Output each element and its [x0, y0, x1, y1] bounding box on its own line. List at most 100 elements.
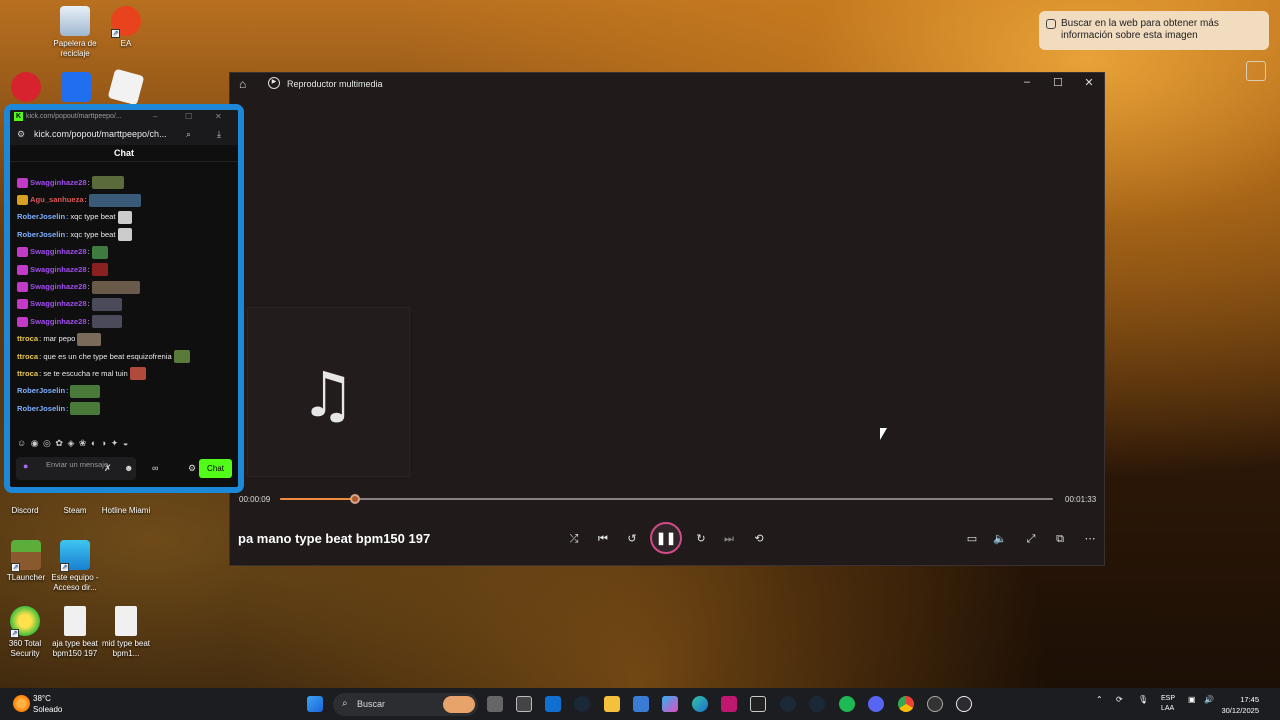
desktop-icon-label: mid type beat bpm1... — [101, 639, 151, 658]
address-bar[interactable]: ⚙ kick.com/popout/marttpeepo/ch... ⌕ ⤓ — [10, 124, 238, 145]
zed-icon[interactable] — [516, 696, 532, 712]
home-icon[interactable]: ⌂ — [239, 77, 246, 91]
cast-icon[interactable]: ⧉ — [1051, 530, 1069, 548]
chat-emote-image — [88, 193, 141, 207]
chat-input-placeholder: Enviar un mensaje — [46, 460, 109, 469]
network-sync-icon[interactable]: ⟳ — [1116, 695, 1123, 704]
show-hidden-icons-chevron-icon[interactable]: ⌃ — [1096, 695, 1103, 704]
miniplayer-icon[interactable]: ▭ — [963, 530, 981, 548]
maximize-button[interactable]: ☐ — [1050, 76, 1066, 89]
mic-tray-icon[interactable]: 🎙 — [1138, 695, 1148, 704]
chat-username[interactable]: ttroca — [17, 333, 38, 345]
chat-username[interactable]: ttroca — [17, 368, 38, 380]
chat-message-text: : — [87, 316, 90, 326]
minimize-button[interactable]: – — [1019, 76, 1035, 88]
display-icon[interactable]: ▣ — [1188, 695, 1196, 704]
copilot-icon[interactable] — [662, 696, 678, 712]
screen-capture-icon[interactable] — [1246, 61, 1266, 81]
taskbar-search[interactable]: ⌕ Buscar — [333, 693, 478, 716]
weather-widget[interactable]: 38°C Soleado — [13, 693, 62, 715]
mouse-cursor — [880, 428, 887, 440]
chat-message-text: : xqc type beat — [66, 212, 116, 222]
visual-search-toast[interactable]: Buscar en la web para obtener más inform… — [1039, 11, 1269, 50]
epic-games-icon[interactable] — [750, 696, 766, 712]
store-icon[interactable] — [633, 696, 649, 712]
chat-message-input[interactable]: ● Enviar un mensaje — [16, 457, 136, 480]
desktop-icon-audio-file-2[interactable]: mid type beat bpm1... — [96, 606, 156, 659]
chat-message-text: : — [87, 299, 90, 309]
chat-username[interactable]: Swagginhaze28 — [30, 281, 87, 293]
app-magenta-icon[interactable] — [721, 696, 737, 712]
speaker-icon[interactable]: 🔊 — [1204, 695, 1214, 704]
chat-username[interactable]: RoberJoselin — [17, 211, 65, 223]
chat-username[interactable]: RoberJoselin — [17, 385, 65, 397]
emoji-icon[interactable]: ☻ — [124, 463, 133, 473]
repeat-off-icon[interactable]: ⟲ — [750, 530, 768, 548]
chat-maximize-button[interactable]: ☐ — [185, 112, 192, 121]
ea-icon: ↗ — [111, 6, 141, 38]
chat-username[interactable]: Agu_sanhueza — [30, 194, 84, 206]
chat-settings-icon[interactable]: ⚙ — [188, 463, 196, 474]
steam-taskbar-icon-3[interactable] — [809, 696, 825, 712]
previous-track-icon[interactable]: ⏮ — [594, 530, 612, 548]
chat-username[interactable]: Swagginhaze28 — [30, 177, 87, 189]
chrome-icon[interactable] — [898, 696, 914, 712]
steam-taskbar-icon[interactable] — [574, 696, 590, 712]
chat-username[interactable]: Swagginhaze28 — [30, 298, 87, 310]
chat-message-text: : mar pepo — [39, 334, 76, 344]
chat-username[interactable]: Swagginhaze28 — [30, 264, 87, 276]
sun-icon — [13, 695, 30, 712]
desktop-icon-this-pc[interactable]: ↗ Este equipo - Acceso dir... — [45, 540, 105, 593]
steam-taskbar-icon-2[interactable] — [780, 696, 796, 712]
emote-bar[interactable]: ☺ ◉ ◎ ✿ ◈ ❀ ◐ ◑ ✦ ◒ — [17, 438, 129, 449]
task-view-icon[interactable] — [487, 696, 503, 712]
forward-30-icon[interactable]: ↻ — [692, 530, 710, 548]
desktop-icon-ea[interactable]: ↗ EA — [96, 6, 156, 49]
close-button[interactable]: ✕ — [1081, 76, 1097, 89]
outlook-icon[interactable] — [545, 696, 561, 712]
start-button-icon[interactable] — [307, 696, 323, 712]
language-indicator[interactable]: ESP LAA — [1161, 694, 1175, 714]
next-track-icon[interactable]: ⏭ — [720, 530, 738, 548]
chat-close-button[interactable]: ✕ — [215, 112, 222, 121]
obs-icon[interactable] — [927, 696, 943, 712]
spotify-icon[interactable] — [839, 696, 855, 712]
pause-button[interactable]: ❚❚ — [650, 522, 682, 554]
time-total: 00:01:33 — [1065, 495, 1097, 504]
chat-username[interactable]: RoberJoselin — [17, 403, 65, 415]
microphone-icon[interactable]: ● — [23, 462, 35, 474]
points-icon[interactable]: ∞ — [152, 463, 158, 473]
chat-emote-image — [91, 280, 140, 294]
site-settings-icon[interactable]: ⚙ — [17, 129, 25, 140]
chat-minimize-button[interactable]: – — [153, 112, 157, 121]
search-icon[interactable]: ⌕ — [186, 129, 191, 140]
user-badge-icon — [17, 264, 28, 275]
emote-icon[interactable]: ☺ ◉ ◎ ✿ ◈ ❀ ◐ ◑ ✦ ◒ — [17, 438, 129, 448]
chat-message: ttroca: mar pepo — [17, 331, 237, 348]
kick-emote-icon[interactable]: ✗ — [104, 463, 112, 474]
user-badge-icon — [17, 247, 28, 258]
chat-header: Chat — [10, 145, 238, 162]
seek-bar[interactable] — [280, 494, 1053, 504]
more-options-icon[interactable]: ⋯ — [1081, 530, 1099, 548]
discord-taskbar-icon[interactable] — [868, 696, 884, 712]
rewind-10-icon[interactable]: ↺ — [623, 530, 641, 548]
edge-icon[interactable] — [692, 696, 708, 712]
desktop-icon-roblox[interactable] — [96, 68, 156, 106]
file-explorer-icon[interactable] — [604, 696, 620, 712]
chat-username[interactable]: ttroca — [17, 351, 38, 363]
volume-icon[interactable]: 🔈 — [991, 530, 1009, 548]
chat-message: Swagginhaze28: — [17, 174, 237, 191]
chat-username[interactable]: RoberJoselin — [17, 229, 65, 241]
chat-username[interactable]: Swagginhaze28 — [30, 246, 87, 258]
send-chat-button[interactable]: Chat — [199, 459, 232, 478]
download-icon[interactable]: ⤓ — [217, 129, 221, 140]
chat-emote-image — [91, 263, 108, 277]
fullscreen-icon[interactable]: ⤢ — [1022, 530, 1040, 548]
chat-username[interactable]: Swagginhaze28 — [30, 316, 87, 328]
shuffle-icon[interactable]: ⤮ — [565, 530, 583, 548]
chat-emote-image — [117, 228, 132, 242]
seek-bar-thumb[interactable] — [349, 494, 360, 504]
clock[interactable]: 17:45 30/12/2025 — [1221, 694, 1259, 716]
media-player-taskbar-icon[interactable] — [956, 696, 972, 712]
